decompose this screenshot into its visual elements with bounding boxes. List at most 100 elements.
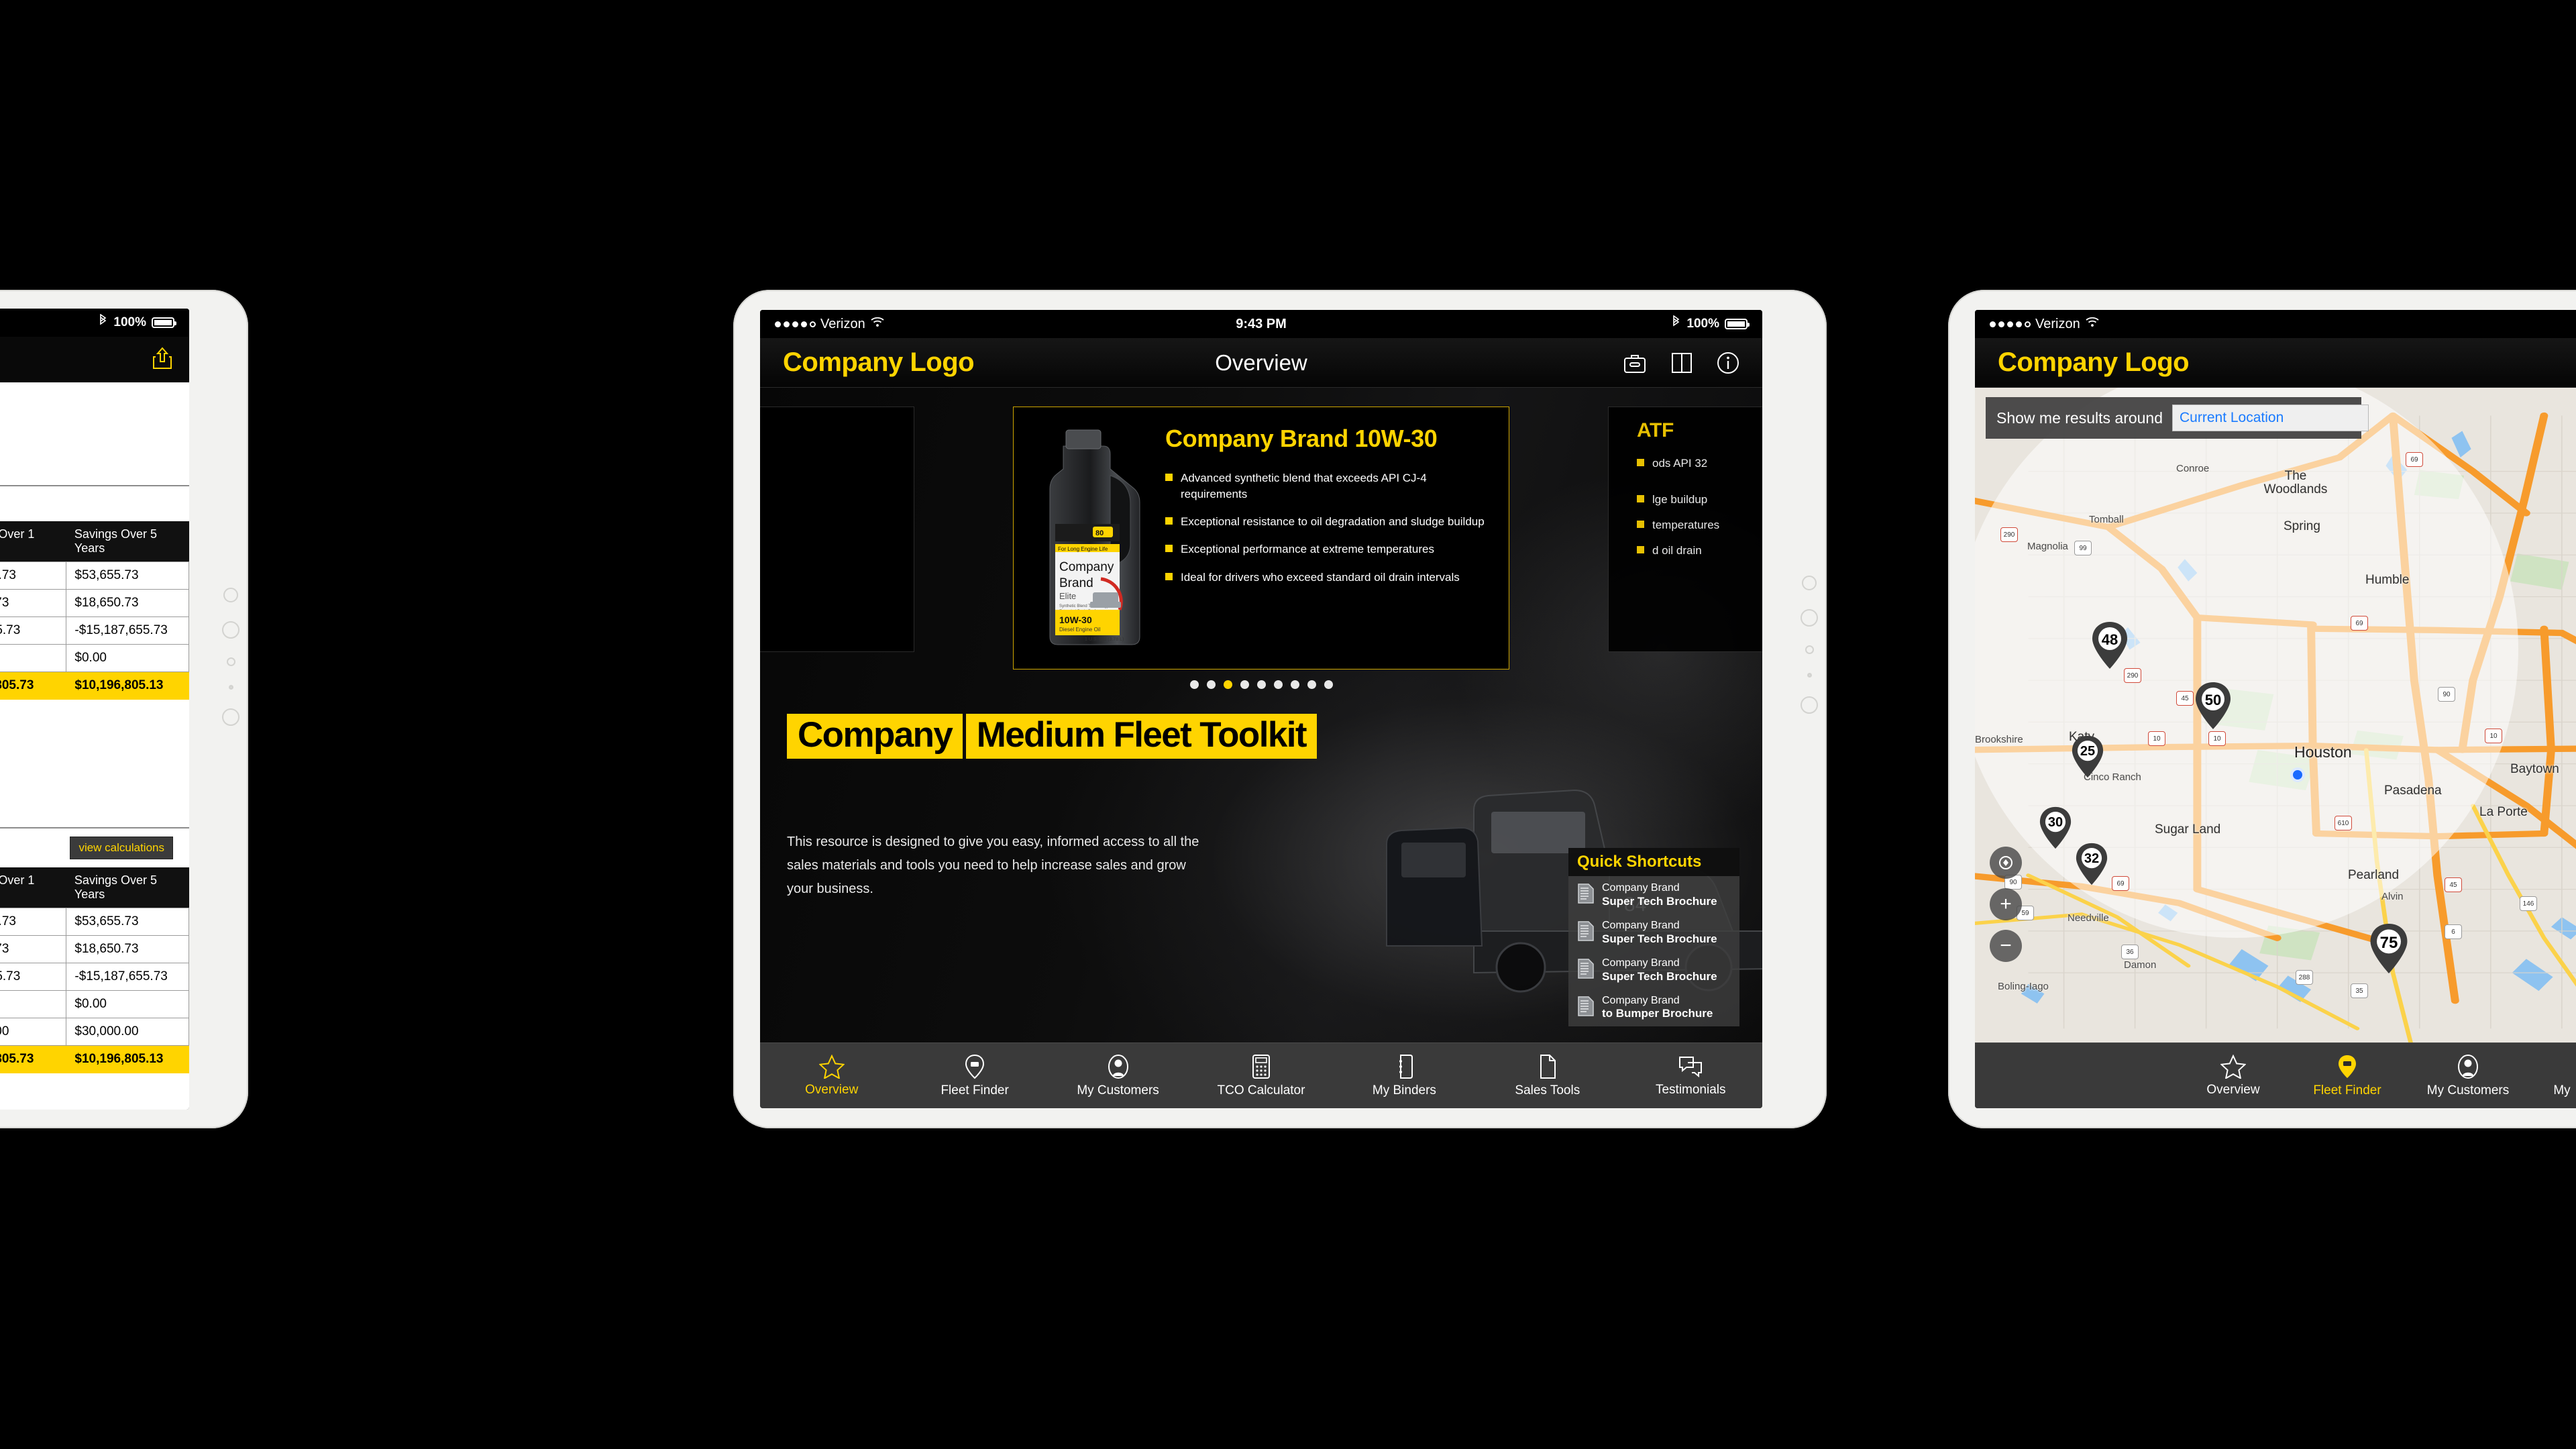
highway-shield: 45 xyxy=(2176,691,2194,706)
bullet-item: Exceptional performance at extreme tempe… xyxy=(1165,541,1494,557)
tab-my-customers[interactable]: My Customers xyxy=(2404,1054,2532,1098)
bottle-label-line3: Elite xyxy=(1059,591,1076,601)
nav-bar-left: f Ownership Analysis xyxy=(0,337,189,382)
tab-sales-tools[interactable]: Sales Tools xyxy=(1476,1054,1619,1098)
next-bullet-2: lge buildup xyxy=(1652,493,1708,506)
tab-label: Testimonials xyxy=(1655,1082,1726,1097)
info-icon[interactable] xyxy=(1717,352,1739,374)
pin-label: 30 xyxy=(2047,815,2063,830)
map-pin-cluster[interactable]: 32 xyxy=(2074,843,2109,889)
zoom-out-icon[interactable]: − xyxy=(1990,930,2022,962)
carousel-slide-next[interactable]: ATF ods API 32 lge buildup temperatures … xyxy=(1608,407,1762,652)
tab-tco-calculator[interactable]: TCO Calculator xyxy=(1189,1054,1332,1098)
highway-shield: 288 xyxy=(2296,970,2313,985)
pin-label: 32 xyxy=(2084,851,2100,866)
search-bar[interactable]: Show me results around xyxy=(1986,397,2369,439)
shortcut-line2: to Bumper Brochure xyxy=(1602,1007,1713,1020)
slide-bullets: Advanced synthetic blend that exceeds AP… xyxy=(1165,470,1494,586)
highway-shield: 69 xyxy=(2112,876,2129,891)
zoom-in-icon[interactable]: + xyxy=(1990,888,2022,920)
tab-label: Overview xyxy=(2206,1082,2260,1097)
document-icon xyxy=(1577,920,1595,945)
tab-my-binders[interactable]: My Binders xyxy=(1333,1054,1476,1098)
pin-label: 50 xyxy=(2204,692,2222,708)
highway-shield: 10 xyxy=(2208,731,2226,746)
tab-bar-center: Overview Fleet Finder My Customers TCO C… xyxy=(760,1042,1762,1108)
device-side-buttons-center xyxy=(1801,566,1818,723)
quick-shortcut-item[interactable]: Company Brand Super Tech Brochure xyxy=(1568,951,1739,989)
svg-text:For Long Engine Life: For Long Engine Life xyxy=(1058,546,1108,552)
quick-shortcut-item[interactable]: Company Brand Super Tech Brochure xyxy=(1568,876,1739,914)
quick-shortcuts-panel: Quick Shortcuts Company Brand Super Tech… xyxy=(1568,848,1739,1026)
highway-shield: 45 xyxy=(2445,877,2462,892)
quick-shortcut-item[interactable]: Company Brand Super Tech Brochure xyxy=(1568,914,1739,951)
carousel-slide-active[interactable]: 80 For Long Engine Life Company Brand El… xyxy=(1013,407,1509,669)
device-side-buttons-left xyxy=(222,578,239,735)
tab-testimonials[interactable]: Testimonials xyxy=(1619,1055,1762,1097)
calculator-icon xyxy=(1252,1054,1271,1079)
next-bullet-4: d oil drain xyxy=(1652,544,1702,557)
status-right-center: 100% xyxy=(1671,315,1750,333)
highway-shield: 36 xyxy=(2121,945,2139,959)
carousel-dot[interactable] xyxy=(1240,680,1249,689)
tab-overview[interactable]: Overview xyxy=(760,1054,903,1097)
shortcut-line2: Super Tech Brochure xyxy=(1602,932,1717,945)
table-row: $10,655.73 $53,655.73 xyxy=(0,908,189,936)
tab-label: Fleet Finder xyxy=(941,1083,1009,1097)
company-logo[interactable]: Company Logo xyxy=(1998,347,2190,378)
bluetooth-icon xyxy=(98,313,108,331)
highway-shield: 90 xyxy=(2438,687,2455,702)
map-city-label: Humble xyxy=(2365,573,2410,587)
map-controls[interactable]: + − xyxy=(1990,847,2022,962)
carousel-dot[interactable] xyxy=(1256,680,1266,689)
map-pin-cluster[interactable]: 75 xyxy=(2368,923,2410,977)
pin-label: 75 xyxy=(2379,934,2398,952)
locate-icon[interactable] xyxy=(1990,847,2022,879)
tco-document: NERSHIP ANALYSIS s Trucks - Houston, TX … xyxy=(0,382,189,1110)
cell-y5: $53,655.73 xyxy=(66,908,189,936)
tab-bar-right: Overview Fleet Finder My Customers My xyxy=(1975,1042,2576,1108)
cell-total-y5: $10,196,805.13 xyxy=(66,672,189,700)
toolbox-icon[interactable] xyxy=(1623,352,1647,374)
status-time-center: 9:43 PM xyxy=(1236,316,1287,331)
tab-fleet-finder[interactable]: Fleet Finder xyxy=(2290,1054,2404,1098)
tab-overview[interactable]: Overview xyxy=(2176,1054,2290,1097)
carousel-dot[interactable] xyxy=(1206,680,1216,689)
map-pin-cluster[interactable]: 50 xyxy=(2194,682,2233,733)
tab-label: Sales Tools xyxy=(1515,1083,1580,1097)
map-pin-cluster[interactable]: 30 xyxy=(2038,806,2073,853)
map-city-label: Needville xyxy=(2068,912,2109,924)
share-icon[interactable] xyxy=(152,346,173,374)
cell-y5: $53,655.73 xyxy=(66,561,189,590)
product-carousel[interactable]: Company Brand Synthetic ATF xyxy=(760,407,1762,669)
carousel-dot[interactable] xyxy=(1307,680,1316,689)
status-bar-right: Verizon 9:43 PM xyxy=(1975,310,2576,338)
view-calculations-button[interactable]: view calculations xyxy=(70,837,173,859)
quick-shortcut-item[interactable]: Company Brand to Bumper Brochure xyxy=(1568,989,1739,1026)
tab-fleet-finder[interactable]: Fleet Finder xyxy=(903,1054,1046,1098)
highway-shield: 69 xyxy=(2351,616,2368,631)
carousel-slide-prev[interactable]: Company Brand Synthetic ATF xyxy=(760,407,914,652)
fleet-finder-map[interactable]: Show me results around + − 48 xyxy=(1975,388,2576,1042)
bullet-item: Ideal for drivers who exceed standard oi… xyxy=(1165,570,1494,586)
tablet-device-left: 9:43 PM 100% f Ownership Analysis xyxy=(0,290,248,1128)
book-icon[interactable] xyxy=(1671,352,1693,374)
bullet-item: Exceptional resistance to oil degradatio… xyxy=(1165,514,1494,530)
carousel-pagination-dots[interactable] xyxy=(760,680,1762,689)
carousel-dot[interactable] xyxy=(1324,680,1333,689)
carousel-dot[interactable] xyxy=(1290,680,1299,689)
map-pin-cluster[interactable]: 25 xyxy=(2070,735,2105,782)
tab-my-customers[interactable]: My Customers xyxy=(1046,1054,1189,1098)
search-input[interactable] xyxy=(2172,405,2369,431)
doc-meta: s Trucks - Houston, TX - 11/14/2013 outh… xyxy=(0,421,189,472)
carousel-dot[interactable] xyxy=(1189,680,1199,689)
map-pin-cluster[interactable]: 48 xyxy=(2090,621,2129,673)
shortcut-line1: Company Brand xyxy=(1602,920,1680,932)
table-header-row: Savings Over 1 Year Savings Over 5 Years xyxy=(0,867,189,908)
highway-shield: 99 xyxy=(2074,541,2092,555)
savings-over-time-label: er Time xyxy=(0,700,189,729)
map-city-label: Baytown xyxy=(2510,762,2559,776)
carousel-dot[interactable] xyxy=(1273,680,1283,689)
carousel-dot-active[interactable] xyxy=(1223,680,1232,689)
tab-my-binders[interactable]: My xyxy=(2532,1054,2576,1098)
